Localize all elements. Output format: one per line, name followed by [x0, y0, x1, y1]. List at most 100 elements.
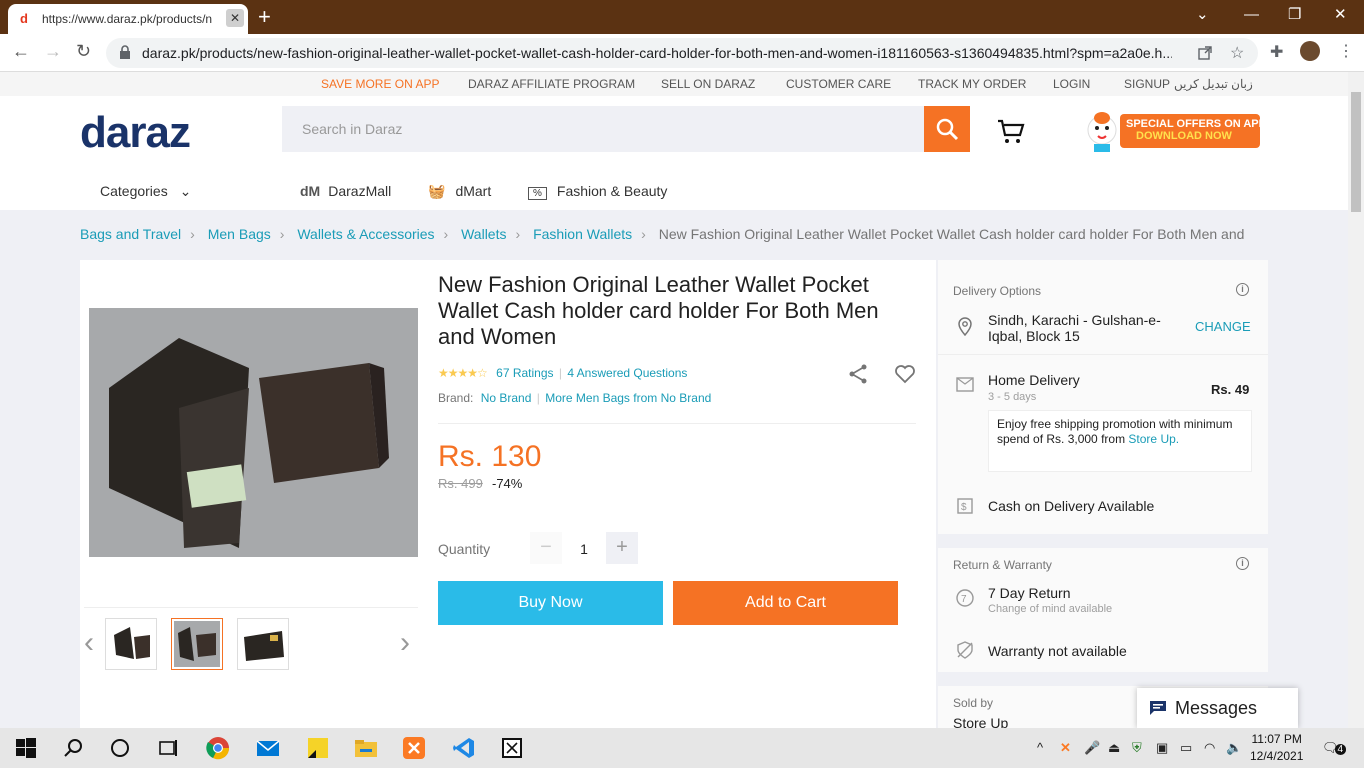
extensions-icon[interactable]: ✚ [1270, 42, 1283, 62]
sell-link[interactable]: SELL ON DARAZ [661, 77, 755, 91]
file-explorer-icon[interactable] [354, 736, 378, 760]
quantity-value[interactable]: 1 [562, 541, 606, 557]
darazmall-label: DarazMall [328, 183, 392, 199]
ratings-link[interactable]: 67 Ratings [496, 366, 553, 380]
profile-avatar[interactable] [1300, 41, 1320, 61]
search-input[interactable]: Search in Daraz [282, 106, 925, 152]
share-page-icon[interactable] [1198, 46, 1212, 60]
chevron-down-icon: ⌄ [179, 183, 192, 199]
windows-start-icon[interactable] [14, 736, 38, 760]
search-icon[interactable] [62, 736, 86, 760]
daraz-favicon-icon: d [20, 11, 28, 26]
security-shield-icon[interactable]: ⛨ [1132, 740, 1142, 756]
close-window-icon[interactable]: ✕ [1334, 4, 1347, 26]
tray-caret-icon[interactable]: ^ [1037, 740, 1043, 755]
breadcrumb-chevron-icon: › [190, 226, 195, 242]
bookmark-star-icon[interactable]: ☆ [1230, 43, 1244, 63]
share-icon[interactable] [848, 363, 870, 385]
sticky-notes-icon[interactable] [306, 736, 330, 760]
daraz-logo[interactable]: daraz [80, 108, 191, 158]
mail-icon[interactable] [256, 736, 280, 760]
thumb-next-icon[interactable]: › [400, 628, 410, 658]
battery-icon[interactable]: ▭ [1180, 740, 1192, 756]
usb-icon[interactable]: ⏏ [1108, 740, 1120, 756]
product-main-image[interactable] [89, 308, 418, 557]
info-icon[interactable]: i [1236, 557, 1249, 570]
dmart-link[interactable]: 🧺 dMart [428, 183, 491, 200]
display-icon[interactable]: ▣ [1156, 740, 1168, 756]
track-order-link[interactable]: TRACK MY ORDER [918, 77, 1026, 91]
page-scrollbar[interactable] [1348, 72, 1364, 728]
product-thumbnail[interactable] [237, 618, 289, 670]
restore-icon[interactable]: ❐ [1288, 4, 1301, 26]
wallet-thumb-image [244, 631, 284, 661]
messages-button[interactable]: Messages [1137, 688, 1298, 728]
microphone-icon[interactable]: 🎤 [1084, 740, 1100, 756]
home-delivery-label: Home Delivery [988, 372, 1080, 388]
categories-menu[interactable]: Categories ⌄ [100, 183, 191, 200]
back-icon[interactable]: ← [12, 41, 30, 62]
minimize-icon[interactable]: — [1244, 4, 1259, 26]
xampp-tray-icon[interactable]: ✕ [1060, 740, 1071, 756]
fashion-beauty-label: Fashion & Beauty [556, 183, 668, 199]
save-more-link[interactable]: SAVE MORE ON APP [321, 77, 439, 91]
change-address-link[interactable]: CHANGE [1195, 319, 1251, 334]
store-link[interactable]: Store Up. [1128, 432, 1179, 446]
clock-time: 11:07 PM [1251, 732, 1302, 746]
separator: | [536, 391, 540, 405]
tab-search-icon[interactable]: ⌄ [1196, 4, 1209, 26]
breadcrumb-item[interactable]: Wallets & Accessories [297, 226, 434, 242]
vscode-icon[interactable] [452, 736, 476, 760]
wishlist-heart-icon[interactable] [894, 364, 916, 384]
buy-now-button[interactable]: Buy Now [438, 581, 663, 625]
wifi-icon[interactable]: ◠ [1204, 740, 1215, 756]
close-tab-icon[interactable]: ✕ [226, 9, 244, 27]
thumb-prev-icon[interactable]: ‹ [84, 628, 94, 658]
login-link[interactable]: LOGIN [1053, 77, 1090, 91]
fashion-beauty-link[interactable]: % Fashion & Beauty [528, 183, 668, 200]
thumb-divider [84, 607, 418, 608]
cortana-icon[interactable] [108, 736, 132, 760]
info-icon[interactable]: i [1236, 283, 1249, 296]
breadcrumb-chevron-icon: › [641, 226, 646, 242]
section-gap [938, 672, 1268, 686]
quantity-increase-button[interactable]: + [606, 532, 638, 564]
breadcrumb-item[interactable]: Fashion Wallets [533, 226, 632, 242]
quantity-decrease-button[interactable]: − [530, 532, 562, 564]
browser-tab[interactable]: d https://www.daraz.pk/products/n ✕ [8, 4, 248, 34]
notification-icon[interactable]: 🗨4 [1322, 740, 1347, 756]
system-clock[interactable]: 11:07 PM 12/4/2021 [1250, 731, 1303, 765]
product-thumbnail-selected[interactable] [171, 618, 223, 670]
return-icon: 7 [956, 589, 974, 607]
affiliate-link[interactable]: DARAZ AFFILIATE PROGRAM [468, 77, 635, 91]
product-thumbnail[interactable] [105, 618, 157, 670]
breadcrumb-current: New Fashion Original Leather Wallet Pock… [658, 226, 1245, 242]
top-utility-nav: SAVE MORE ON APP DARAZ AFFILIATE PROGRAM… [0, 72, 1348, 96]
browser-menu-icon[interactable]: ⋮ [1338, 41, 1354, 61]
customer-care-link[interactable]: CUSTOMER CARE [786, 77, 891, 91]
url-field[interactable]: daraz.pk/products/new-fashion-original-l… [106, 38, 1258, 68]
forward-icon[interactable]: → [44, 41, 62, 62]
scrollbar-thumb[interactable] [1351, 92, 1361, 212]
add-to-cart-button[interactable]: Add to Cart [673, 581, 898, 625]
chat-icon [1150, 701, 1166, 715]
snipping-tool-icon[interactable] [500, 736, 524, 760]
breadcrumb-item[interactable]: Bags and Travel [80, 226, 181, 242]
signup-link[interactable]: SIGNUP [1124, 77, 1170, 91]
cart-icon[interactable] [996, 118, 1026, 146]
brand-link[interactable]: No Brand [481, 391, 532, 405]
xampp-icon[interactable] [402, 736, 426, 760]
darazmall-link[interactable]: dM DarazMall [300, 183, 391, 199]
new-tab-button[interactable]: + [258, 4, 271, 30]
language-switch-link[interactable]: زبان تبدیل کریں [1174, 77, 1253, 91]
app-promo-banner[interactable]: SPECIAL OFFERS ON APP DOWNLOAD NOW [1078, 108, 1266, 154]
answered-questions-link[interactable]: 4 Answered Questions [567, 366, 687, 380]
search-button[interactable] [924, 106, 970, 152]
breadcrumb-item[interactable]: Men Bags [208, 226, 271, 242]
chrome-icon[interactable] [206, 736, 230, 760]
volume-icon[interactable]: 🔈 [1226, 740, 1242, 756]
breadcrumb-item[interactable]: Wallets [461, 226, 506, 242]
reload-icon[interactable]: ↻ [76, 41, 91, 62]
task-view-icon[interactable] [156, 736, 180, 760]
more-from-brand-link[interactable]: More Men Bags from No Brand [545, 391, 711, 405]
